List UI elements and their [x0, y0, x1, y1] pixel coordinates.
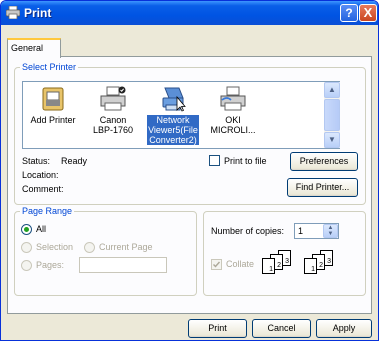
network-printer-icon: [162, 87, 186, 112]
printer-label-selected: Network Viewer5(File Converter2): [147, 115, 199, 145]
collate-illustration: 3 2 1 3 2 1: [262, 250, 362, 290]
pages-label[interactable]: Pages:: [36, 260, 64, 270]
printer-icon: [100, 86, 126, 111]
copies-group: Number of copies: 1 ▲ ▼ Collate 3 2 1 3 2…: [203, 211, 366, 296]
printer-label: Add Printer: [30, 115, 76, 125]
check-icon: [213, 261, 221, 268]
page-range-group: Page Range All Selection Current Page Pa…: [14, 206, 197, 296]
status-value: Ready: [61, 156, 88, 166]
printer-add[interactable]: Add Printer: [23, 82, 83, 148]
all-label[interactable]: All: [36, 224, 46, 234]
tab-general[interactable]: General: [7, 38, 61, 58]
selection-label[interactable]: Selection: [36, 242, 73, 252]
printer-network-viewer[interactable]: Network Viewer5(File Converter2): [143, 82, 203, 148]
collate-checkbox[interactable]: [211, 259, 222, 270]
help-button[interactable]: ?: [340, 4, 358, 22]
location-label: Location:: [22, 170, 59, 180]
printer-icon: [220, 86, 246, 111]
general-panel: Select Printer Add Printer Canon LBP-176…: [7, 56, 372, 314]
page-range-legend: Page Range: [20, 206, 75, 217]
select-printer-group: Select Printer Add Printer Canon LBP-176…: [14, 62, 366, 205]
title-bar[interactable]: Print ? X: [1, 1, 378, 25]
pages-input[interactable]: [79, 257, 167, 273]
print-to-file-label[interactable]: Print to file: [224, 156, 267, 166]
printer-list[interactable]: Add Printer Canon LBP-1760 Network Viewe…: [22, 81, 340, 149]
printer-oki[interactable]: OKI MICROLI...: [203, 82, 263, 148]
printer-canon[interactable]: Canon LBP-1760: [83, 82, 143, 148]
collate-page: 1: [304, 258, 317, 274]
preferences-button[interactable]: Preferences: [290, 152, 358, 171]
cancel-button[interactable]: Cancel: [252, 319, 311, 338]
scroll-thumb[interactable]: [324, 99, 340, 131]
print-dialog: Print ? X General Select Printer Add Pri…: [0, 0, 379, 341]
status-label: Status:: [22, 156, 51, 166]
copies-label: Number of copies:: [211, 226, 285, 236]
all-radio[interactable]: [21, 224, 32, 235]
comment-label: Comment:: [22, 184, 64, 194]
printer-icon: [6, 6, 20, 19]
find-printer-button[interactable]: Find Printer...: [287, 178, 358, 197]
copies-spinner[interactable]: ▲ ▼: [323, 224, 338, 238]
pages-radio[interactable]: [21, 260, 32, 271]
selection-radio[interactable]: [21, 242, 32, 253]
apply-button[interactable]: Apply: [316, 319, 372, 338]
scroll-down-icon[interactable]: ▼: [324, 132, 340, 148]
current-page-label[interactable]: Current Page: [99, 242, 153, 252]
printer-list-scrollbar[interactable]: ▲ ▼: [324, 82, 340, 148]
collate-page: 1: [262, 258, 275, 274]
printer-label: Canon LBP-1760: [92, 115, 134, 135]
current-page-radio[interactable]: [84, 242, 95, 253]
scroll-up-icon[interactable]: ▲: [324, 82, 340, 98]
close-button[interactable]: X: [359, 4, 377, 22]
print-button[interactable]: Print: [188, 319, 247, 338]
select-printer-legend: Select Printer: [20, 62, 79, 73]
window-title: Print: [24, 6, 52, 20]
copies-value: 1: [298, 226, 304, 236]
print-to-file-checkbox[interactable]: [209, 155, 220, 166]
collate-label[interactable]: Collate: [226, 259, 254, 269]
printer-label: OKI MICROLI...: [210, 115, 256, 135]
copies-input[interactable]: 1 ▲ ▼: [294, 223, 339, 239]
add-printer-icon: [42, 87, 64, 111]
